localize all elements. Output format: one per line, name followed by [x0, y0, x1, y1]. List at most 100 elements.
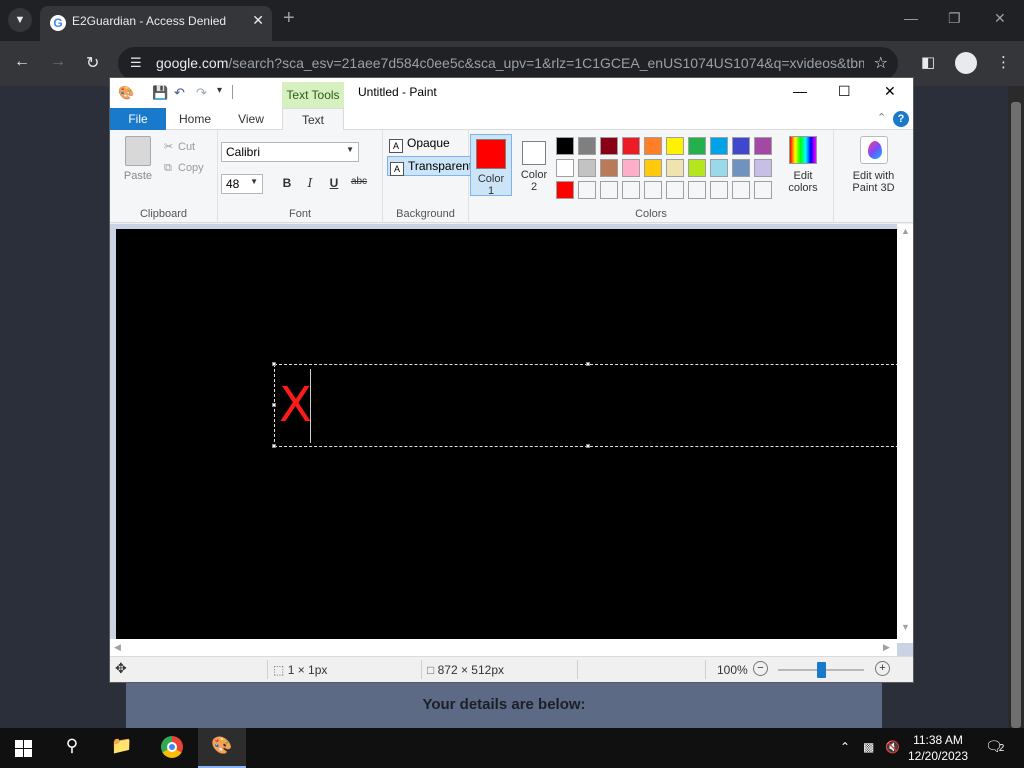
system-clock[interactable]: 11:38 AM 12/20/2023 [900, 732, 976, 764]
palette-color-swatch[interactable] [710, 137, 728, 155]
palette-color-swatch[interactable] [578, 181, 596, 199]
font-family-select[interactable]: Calibri ▼ [221, 142, 359, 162]
canvas-vertical-scrollbar[interactable]: ▲ ▼ [897, 224, 913, 643]
scroll-up-icon[interactable]: ▲ [901, 226, 910, 236]
palette-color-swatch[interactable] [754, 137, 772, 155]
palette-color-swatch[interactable] [644, 137, 662, 155]
search-icon[interactable]: ⚲ [60, 736, 84, 760]
palette-color-swatch[interactable] [666, 159, 684, 177]
undo-icon[interactable]: ↶ [174, 85, 185, 101]
palette-color-swatch[interactable] [754, 181, 772, 199]
show-hidden-icons-icon[interactable]: ⌃ [840, 740, 850, 754]
canvas-horizontal-scrollbar[interactable]: ◀ ▶ [110, 639, 897, 656]
paint-minimize-icon[interactable]: — [793, 83, 807, 99]
new-tab-button[interactable]: + [283, 8, 295, 28]
italic-button[interactable]: I [301, 176, 319, 194]
browser-tab[interactable]: G E2Guardian - Access Denied ✕ [40, 6, 272, 41]
palette-color-swatch[interactable] [732, 181, 750, 199]
bookmark-star-icon[interactable]: ☆ [874, 53, 888, 73]
palette-color-swatch[interactable] [600, 181, 618, 199]
redo-icon[interactable]: ↷ [196, 85, 207, 101]
palette-color-swatch[interactable] [710, 181, 728, 199]
scroll-down-icon[interactable]: ▼ [901, 622, 910, 632]
customize-qat-icon[interactable]: ▾ [217, 85, 222, 96]
menu-kebab-icon[interactable]: ⋮ [996, 53, 1011, 71]
resize-handle[interactable] [272, 444, 276, 448]
tab-search-button[interactable]: ▼ [8, 8, 32, 32]
chrome-taskbar-icon[interactable] [160, 736, 184, 760]
start-windows-icon[interactable] [15, 740, 32, 757]
palette-color-swatch[interactable] [688, 137, 706, 155]
palette-color-swatch[interactable] [622, 137, 640, 155]
tab-view[interactable]: View [230, 108, 272, 130]
edit-colors-button[interactable]: Edit colors [777, 136, 829, 194]
scroll-right-icon[interactable]: ▶ [883, 642, 890, 653]
network-icon[interactable]: ▩ [863, 740, 874, 754]
palette-color-swatch[interactable] [556, 159, 574, 177]
scroll-left-icon[interactable]: ◀ [114, 642, 121, 653]
paint-app-icon[interactable]: 🎨 [118, 85, 134, 101]
resize-handle[interactable] [586, 362, 590, 366]
help-icon[interactable]: ? [893, 111, 909, 127]
palette-color-swatch[interactable] [644, 159, 662, 177]
drawing-canvas[interactable]: X [116, 229, 897, 639]
file-explorer-icon[interactable]: 📁 [110, 736, 134, 760]
tab-file[interactable]: File [110, 108, 166, 130]
paste-button[interactable]: Paste [118, 136, 158, 186]
font-size-select[interactable]: 48 ▼ [221, 174, 263, 194]
strikethrough-button[interactable]: abc [347, 176, 371, 194]
bold-button[interactable]: B [278, 176, 296, 194]
tab-close-icon[interactable]: ✕ [252, 12, 264, 29]
forward-arrow-icon[interactable]: → [50, 53, 66, 71]
palette-color-swatch[interactable] [578, 159, 596, 177]
underline-button[interactable]: U [325, 176, 343, 194]
paint-taskbar-button[interactable]: 🎨 [198, 728, 246, 768]
address-url[interactable]: google.com/search?sca_esv=21aee7d584c0ee… [156, 55, 864, 71]
text-box[interactable]: X [272, 362, 897, 448]
palette-color-swatch[interactable] [666, 181, 684, 199]
resize-handle[interactable] [586, 444, 590, 448]
palette-color-swatch[interactable] [644, 181, 662, 199]
canvas-text[interactable]: X [279, 377, 312, 433]
restore-icon[interactable]: ❐ [948, 10, 961, 27]
zoom-slider-thumb[interactable] [817, 662, 826, 678]
resize-handle[interactable] [272, 403, 276, 407]
copy-button[interactable]: ⧉ Copy [164, 162, 204, 175]
tab-text[interactable]: Text [282, 108, 344, 131]
palette-color-swatch[interactable] [732, 137, 750, 155]
cut-button[interactable]: ✂ Cut [164, 140, 195, 153]
address-bar[interactable]: ☰ google.com/search?sca_esv=21aee7d584c0… [118, 47, 898, 80]
edit-with-paint3d-button[interactable]: Edit with Paint 3D [836, 136, 911, 194]
color2-button[interactable]: Color 2 [513, 134, 555, 196]
palette-color-swatch[interactable] [754, 159, 772, 177]
palette-color-swatch[interactable] [688, 181, 706, 199]
back-arrow-icon[interactable]: ← [14, 53, 30, 71]
palette-color-swatch[interactable] [578, 137, 596, 155]
close-window-icon[interactable]: ✕ [994, 10, 1006, 27]
opaque-button[interactable]: A Opaque [387, 134, 473, 154]
palette-color-swatch[interactable] [622, 181, 640, 199]
minimize-icon[interactable]: — [904, 10, 918, 26]
palette-color-swatch[interactable] [688, 159, 706, 177]
transparent-button[interactable]: A Transparent [387, 156, 473, 176]
paint-maximize-icon[interactable]: ☐ [838, 83, 851, 100]
page-scrollbar[interactable] [1008, 86, 1024, 728]
palette-color-swatch[interactable] [666, 137, 684, 155]
notifications-icon[interactable]: 🗨2 [985, 738, 1004, 755]
paint-close-icon[interactable]: ✕ [884, 83, 896, 100]
zoom-out-icon[interactable]: − [753, 661, 768, 676]
color1-button[interactable]: Color 1 [470, 134, 512, 197]
volume-muted-icon[interactable]: 🔇 [885, 740, 900, 754]
site-info-icon[interactable]: ☰ [130, 55, 142, 71]
palette-color-swatch[interactable] [732, 159, 750, 177]
palette-color-swatch[interactable] [600, 137, 618, 155]
side-panel-icon[interactable]: ◧ [921, 53, 935, 71]
save-icon[interactable]: 💾 [152, 85, 168, 101]
resize-handle[interactable] [272, 362, 276, 366]
zoom-in-icon[interactable]: + [875, 661, 890, 676]
palette-color-swatch[interactable] [622, 159, 640, 177]
collapse-ribbon-icon[interactable]: ⌃ [877, 111, 886, 124]
reload-icon[interactable]: ↻ [86, 53, 99, 73]
palette-color-swatch[interactable] [556, 137, 574, 155]
tab-home[interactable]: Home [172, 108, 218, 130]
